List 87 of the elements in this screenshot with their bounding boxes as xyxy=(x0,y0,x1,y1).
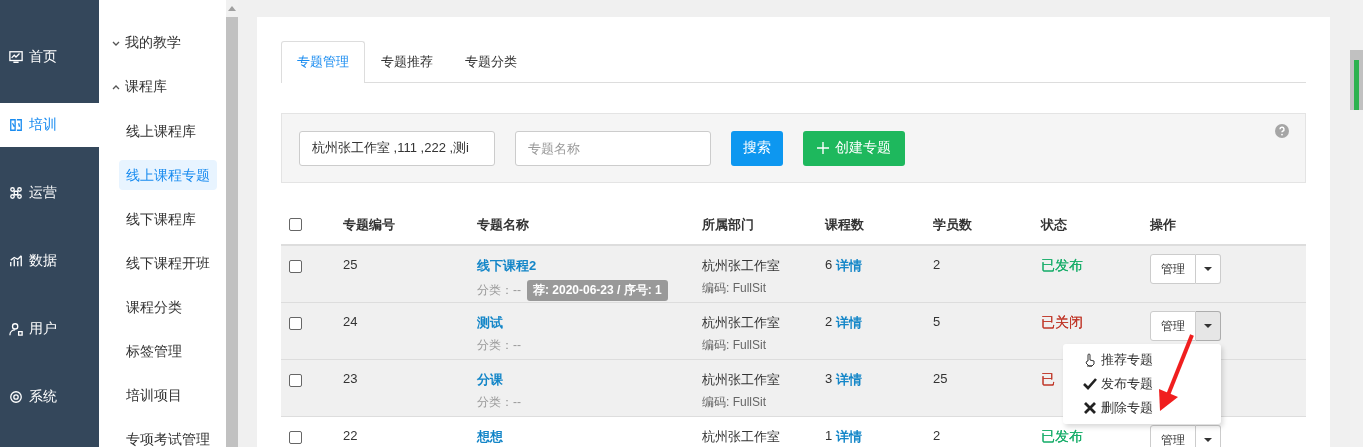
book-icon xyxy=(9,118,23,132)
status-text: 已发布 xyxy=(1041,428,1083,446)
column-header: 操作 xyxy=(1150,215,1176,234)
menu-group[interactable]: 课程库 xyxy=(99,72,226,102)
column-header: 专题名称 xyxy=(477,215,529,234)
submenu-item[interactable]: 培训项目 xyxy=(119,380,189,410)
nav-item[interactable]: 培训 xyxy=(0,103,99,147)
table-cell: 25 xyxy=(343,257,358,272)
table-cell: 2 xyxy=(825,314,833,329)
table-cell: 5 xyxy=(933,314,941,329)
table-cell: 22 xyxy=(343,428,358,443)
status-text: 已 xyxy=(1041,371,1055,389)
nav-item[interactable]: 系统 xyxy=(0,375,99,419)
submenu-item[interactable]: 线下课程库 xyxy=(119,204,203,234)
column-header: 课程数 xyxy=(825,215,864,234)
code-text: 编码: FullSit xyxy=(702,337,766,354)
nav-item[interactable]: 用户 xyxy=(0,307,99,351)
row-checkbox[interactable] xyxy=(289,374,302,387)
dropdown-toggle[interactable] xyxy=(1196,254,1221,284)
monitor-icon xyxy=(9,50,23,64)
check-icon xyxy=(1083,377,1097,391)
column-header: 学员数 xyxy=(933,215,972,234)
menu-item[interactable]: 发布专题 xyxy=(1063,372,1221,396)
manage-button[interactable]: 管理 xyxy=(1150,254,1196,284)
row-checkbox[interactable] xyxy=(289,260,302,273)
status-text: 已发布 xyxy=(1041,257,1083,275)
tab[interactable]: 专题管理 xyxy=(281,41,365,83)
dropdown-toggle[interactable] xyxy=(1196,425,1221,447)
detail-link[interactable]: 详情 xyxy=(836,371,863,389)
menu-item[interactable]: 删除专题 xyxy=(1063,396,1221,420)
column-header: 专题编号 xyxy=(343,215,395,234)
caret-icon xyxy=(1204,267,1212,271)
detail-link[interactable]: 详情 xyxy=(836,428,863,446)
column-header: 状态 xyxy=(1041,215,1067,234)
nav-item[interactable]: 数据 xyxy=(0,239,99,283)
submenu-item[interactable]: 课程分类 xyxy=(119,292,189,322)
topic-link[interactable]: 想想 xyxy=(477,428,503,446)
name-field[interactable]: 专题名称 xyxy=(515,130,711,166)
table-cell: 3 xyxy=(825,371,833,386)
table-cell: 杭州张工作室 xyxy=(702,428,780,446)
code-text: 编码: FullSit xyxy=(702,394,766,411)
category-text: 分类：-- xyxy=(477,337,521,354)
submenu-item[interactable]: 线上课程库 xyxy=(119,116,203,146)
close-icon xyxy=(1083,401,1097,415)
caret-icon xyxy=(1204,438,1212,442)
table-cell: 杭州张工作室 xyxy=(702,314,780,332)
submenu-item[interactable]: 标签管理 xyxy=(119,336,189,366)
nav-item[interactable]: 首页 xyxy=(0,35,99,79)
table-cell: 杭州张工作室 xyxy=(702,371,780,389)
category-text: 分类：-- xyxy=(477,394,521,411)
submenu-item[interactable]: 线下课程开班 xyxy=(119,248,217,278)
manage-button[interactable]: 管理 xyxy=(1150,311,1196,341)
tab[interactable]: 专题推荐 xyxy=(365,41,449,82)
caret-icon xyxy=(1204,324,1212,328)
pointer-icon xyxy=(1083,353,1097,367)
gear-icon xyxy=(9,390,23,404)
table-cell: 24 xyxy=(343,314,358,329)
table-cell: 1 xyxy=(825,428,833,443)
command-icon xyxy=(9,186,23,200)
nav-item[interactable]: 运营 xyxy=(0,171,99,215)
table-cell: 杭州张工作室 xyxy=(702,257,780,275)
row-checkbox[interactable] xyxy=(289,317,302,330)
select-all-checkbox[interactable] xyxy=(289,218,302,231)
topic-link[interactable]: 分课 xyxy=(477,371,503,389)
table-cell: 23 xyxy=(343,371,358,386)
plus-icon xyxy=(817,142,829,154)
bar-chart-icon xyxy=(9,254,23,268)
table-cell: 6 xyxy=(825,257,833,272)
dropdown-toggle[interactable] xyxy=(1196,311,1221,341)
department-field[interactable]: 杭州张工作室 ,111 ,222 ,测i xyxy=(299,130,495,166)
menu-group[interactable]: 我的教学 xyxy=(99,28,226,58)
status-text: 已关闭 xyxy=(1041,314,1083,332)
row-checkbox[interactable] xyxy=(289,431,302,444)
manage-button[interactable]: 管理 xyxy=(1150,425,1196,447)
detail-link[interactable]: 详情 xyxy=(836,257,863,275)
table-cell: 2 xyxy=(933,257,941,272)
code-text: 编码: FullSit xyxy=(702,280,766,297)
column-header: 所属部门 xyxy=(702,215,754,234)
user-icon xyxy=(9,322,23,336)
menu-item[interactable]: 推荐专题 xyxy=(1063,348,1221,372)
table-cell: 2 xyxy=(933,428,941,443)
submenu-item[interactable]: 专项考试管理 xyxy=(119,424,217,447)
tab[interactable]: 专题分类 xyxy=(449,41,533,82)
detail-link[interactable]: 详情 xyxy=(836,314,863,332)
recommend-tag: 荐: 2020-06-23 / 序号: 1 xyxy=(527,280,668,301)
category-text: 分类：-- xyxy=(477,282,521,299)
table-cell: 25 xyxy=(933,371,948,386)
